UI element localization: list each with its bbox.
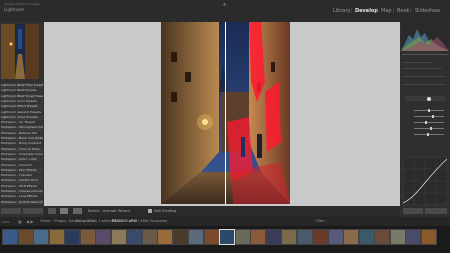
filmstrip-thumbnail[interactable]	[203, 229, 220, 245]
filmstrip-thumbnail[interactable]	[420, 229, 437, 245]
preset-item[interactable]: Photoplus – Portrait Retouch	[1, 199, 43, 205]
filmstrip-thumbnail[interactable]	[343, 229, 359, 245]
before-after-label: Before : Animatt Wizard	[88, 209, 130, 213]
filmstrip-thumbnail[interactable]	[281, 229, 297, 245]
filmstrip-thumbnail[interactable]	[33, 229, 49, 245]
module-map[interactable]: Map	[381, 8, 392, 14]
grid-icon[interactable]: ▦	[18, 219, 22, 224]
filmstrip-thumbnail[interactable]	[296, 229, 313, 245]
loupe-view-icon[interactable]	[48, 208, 56, 214]
filmstrip-thumbnail[interactable]	[358, 229, 375, 245]
slider[interactable]	[414, 134, 444, 135]
filmstrip-thumbnail[interactable]	[234, 229, 251, 245]
adjustment-brush-icon[interactable]	[427, 97, 431, 101]
filmstrip-thumbnail[interactable]	[389, 229, 406, 245]
slider[interactable]	[414, 122, 444, 123]
previous-button[interactable]	[403, 208, 423, 214]
filmstrip-thumbnail[interactable]	[405, 229, 421, 245]
filmstrip-filename: P2B0003.ARW	[112, 219, 137, 223]
before-after-divider[interactable]	[225, 22, 226, 204]
filmstrip-thumbnail[interactable]	[79, 229, 96, 245]
filmstrip-thumbnail[interactable]	[172, 229, 189, 245]
filmstrip-thumbnail[interactable]	[265, 229, 282, 245]
filmstrip-thumbnail[interactable]	[95, 229, 111, 245]
import-button[interactable]	[1, 208, 21, 214]
compare-view-icon[interactable]	[60, 208, 68, 214]
filmstrip-thumbnail[interactable]	[17, 229, 34, 245]
navigator-preview[interactable]	[1, 24, 39, 79]
filmstrip-thumbnail[interactable]	[141, 229, 158, 245]
slider-knob[interactable]	[425, 121, 427, 124]
filmstrip-thumbnail[interactable]	[48, 229, 65, 245]
filmstrip-thumbnail[interactable]	[374, 229, 390, 245]
filter-label: Filter :	[316, 219, 327, 223]
soft-proofing-checkbox[interactable]	[148, 209, 152, 213]
slider-knob[interactable]	[432, 115, 434, 118]
filmstrip-extra: / ARW Panorama	[138, 219, 168, 223]
filmstrip-thumbnail[interactable]	[126, 229, 142, 245]
filmstrip-thumbnail[interactable]	[188, 229, 204, 245]
before-after-toggle[interactable]	[73, 208, 82, 214]
panel-divider	[402, 76, 446, 77]
filmstrip-thumbnail[interactable]	[327, 229, 344, 245]
app-subtitle: Lightroom	[4, 7, 25, 12]
app-name: Adobe Lightroom Classic	[4, 2, 42, 6]
panel-divider	[402, 84, 446, 85]
panel-divider	[402, 54, 448, 55]
module-separator: |	[351, 8, 353, 14]
monitor-icon[interactable]: ▭▭	[2, 219, 10, 224]
panel-divider	[402, 62, 432, 63]
filmstrip-thumbnail[interactable]	[2, 229, 18, 245]
reset-button[interactable]	[425, 208, 447, 214]
module-separator: |	[376, 8, 378, 14]
filmstrip-thumbnail[interactable]	[250, 229, 266, 245]
module-separator: |	[410, 8, 412, 14]
module-develop[interactable]: Develop	[355, 8, 378, 14]
module-separator: |	[393, 8, 395, 14]
module-book[interactable]: Book	[397, 8, 409, 14]
collapse-top-arrow-icon[interactable]: ▲	[223, 1, 226, 6]
module-library[interactable]: Library	[333, 8, 350, 14]
filmstrip-thumbnail[interactable]	[157, 229, 173, 245]
nav-arrows-icon[interactable]: ◀ ▶	[26, 219, 33, 224]
panel-divider	[402, 68, 442, 69]
slider[interactable]	[414, 128, 444, 129]
slider-knob[interactable]	[428, 109, 430, 112]
soft-proofing-label: Soft Proofing	[154, 209, 177, 213]
filmstrip-thumbnail[interactable]	[64, 229, 80, 245]
histogram	[401, 23, 449, 51]
filmstrip-thumbnail[interactable]	[312, 229, 328, 245]
tone-curve[interactable]	[403, 157, 447, 205]
module-slideshow[interactable]: Slideshow	[415, 8, 440, 14]
filmstrip-thumbnail-selected[interactable]	[219, 229, 235, 245]
filmstrip-thumbnail[interactable]	[110, 229, 127, 245]
slider[interactable]	[414, 116, 444, 117]
slider-knob[interactable]	[427, 133, 429, 136]
tool-strip[interactable]	[405, 96, 445, 101]
slider-knob[interactable]	[430, 127, 432, 130]
export-button[interactable]	[23, 208, 43, 214]
